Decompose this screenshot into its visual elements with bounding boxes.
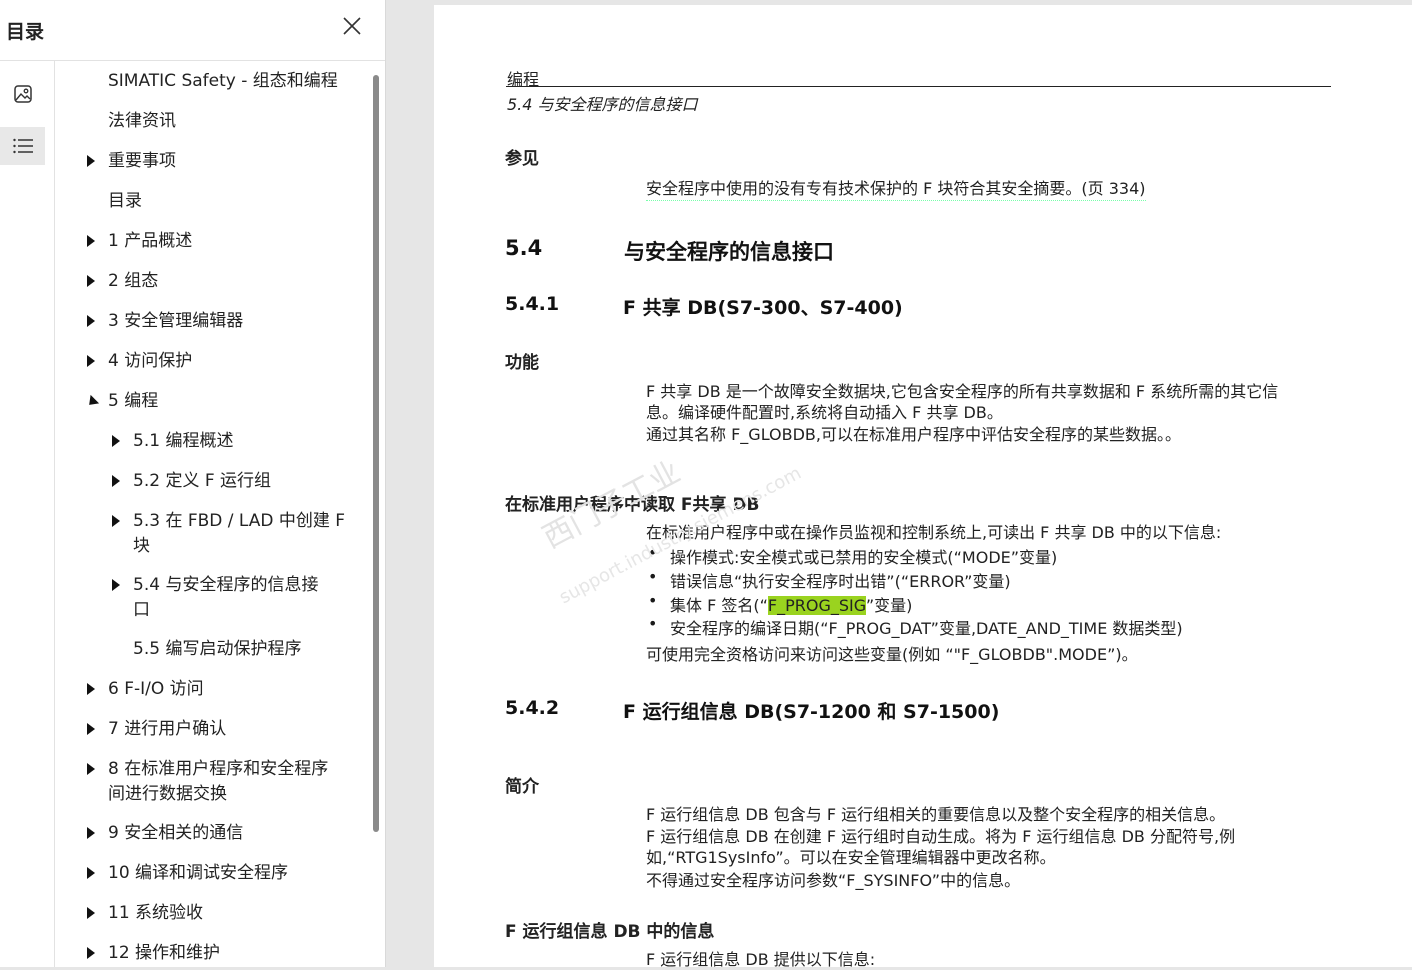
collapsed-caret-icon[interactable]: [83, 149, 99, 174]
toc-item-label: 3 安全管理编辑器: [108, 311, 244, 331]
toc-panel: 目录 SIMATIC Safety - 组态和编程 法律资讯 重要事项 目录 1 产品概…: [0, 0, 386, 967]
function-text-line2: 息。编译硬件配置时,系统将自动插入 F 共享 DB。: [646, 403, 1003, 422]
header-rule: [506, 86, 1331, 87]
document-page: 编程 5.4 与安全程序的信息接口 参见 安全程序中使用的没有专有技术保护的 F…: [434, 5, 1412, 969]
read-heading: 在标准用户程序中读取 F共享 DB: [505, 495, 760, 515]
intro-text-line1: F 运行组信息 DB 包含与 F 运行组相关的重要信息以及整个安全程序的相关信息…: [646, 805, 1226, 824]
bullet-item-3-prefix: 集体 F 签名(“: [670, 596, 768, 615]
toc-scrollbar[interactable]: [373, 75, 379, 832]
toc-item-label: 目录: [108, 191, 142, 211]
toc-item-label: 9 安全相关的通信: [108, 823, 244, 843]
toc-item-label: 重要事项: [108, 151, 176, 171]
intro-text-line4: 不得通过安全程序访问参数“F_SYSINFO”中的信息。: [646, 871, 1021, 890]
collapsed-caret-icon[interactable]: [108, 573, 124, 598]
collapsed-caret-icon[interactable]: [83, 309, 99, 334]
thumbnails-icon[interactable]: [0, 75, 45, 113]
close-icon[interactable]: [340, 14, 364, 38]
section-title-5-4-2: F 运行组信息 DB(S7-1200 和 S7-1500): [623, 701, 1000, 723]
intro-text-line3: 如,“RTG1SysInfo”。可以在安全管理编辑器中更改名称。: [646, 848, 1056, 867]
toc-item-label: 6 F-I/O 访问: [108, 679, 204, 699]
bullet-item-1: 操作模式:安全模式或已禁用的安全模式(“MODE”变量): [670, 548, 1058, 567]
collapsed-caret-icon[interactable]: [83, 821, 99, 846]
see-also-heading: 参见: [505, 149, 539, 169]
section-number-5-4-2: 5.4.2: [505, 697, 560, 719]
toc-item-label: 5.5 编写启动保护程序: [133, 639, 302, 659]
toc-item-label: 5.4 与安全程序的信息接: [133, 575, 319, 595]
outline-list-icon[interactable]: [0, 127, 45, 165]
toc-item-label-line2: 块: [133, 536, 150, 556]
section-number-5-4: 5.4: [505, 236, 543, 260]
panel-rail: [0, 61, 55, 967]
bullet-item-4: 安全程序的编译日期(“F_PROG_DAT”变量,DATE_AND_TIME 数…: [670, 619, 1183, 638]
collapsed-caret-icon[interactable]: [83, 861, 99, 886]
collapsed-caret-icon[interactable]: [83, 941, 99, 966]
section-number-5-4-1: 5.4.1: [505, 293, 560, 315]
collapsed-caret-icon[interactable]: [83, 717, 99, 742]
toc-item-label: 5.1 编程概述: [133, 431, 234, 451]
toc-item-label: 2 组态: [108, 271, 159, 291]
bullet-dot: •: [648, 591, 658, 610]
toc-item-label: 1 产品概述: [108, 231, 193, 251]
collapsed-caret-icon[interactable]: [108, 469, 124, 494]
collapsed-caret-icon[interactable]: [108, 509, 124, 534]
toc-title: 目录: [6, 21, 45, 43]
toc-item-label: 10 编译和调试安全程序: [108, 863, 289, 883]
read-outro: 可使用完全资格访问来访问这些变量(例如 “"F_GLOBDB".MODE”)。: [646, 645, 1138, 664]
bullet-item-3: 集体 F 签名(“F_PROG_SIG”变量): [670, 592, 912, 616]
expanded-caret-icon[interactable]: [83, 389, 100, 414]
toc-item-label: 8 在标准用户程序和安全程序: [108, 759, 329, 779]
toc-item-label-line2: 口: [133, 600, 150, 620]
collapsed-caret-icon[interactable]: [83, 269, 99, 294]
info-text-line1: F 运行组信息 DB 提供以下信息:: [646, 950, 876, 969]
info-heading: F 运行组信息 DB 中的信息: [505, 922, 715, 942]
toc-item-label: 4 访问保护: [108, 351, 193, 371]
section-title-5-4-1: F 共享 DB(S7-300、S7-400): [623, 297, 903, 319]
collapsed-caret-icon[interactable]: [83, 901, 99, 926]
see-also-link[interactable]: 安全程序中使用的没有专有技术保护的 F 块符合其安全摘要。(页 334): [646, 175, 1146, 201]
read-intro: 在标准用户程序中或在操作员监视和控制系统上,可读出 F 共享 DB 中的以下信息…: [646, 523, 1222, 542]
toc-item-label: 5.2 定义 F 运行组: [133, 471, 272, 491]
toc-item-label: SIMATIC Safety - 组态和编程: [108, 71, 338, 91]
search-highlight: F_PROG_SIG: [767, 596, 866, 615]
collapsed-caret-icon[interactable]: [83, 349, 99, 374]
toc-header: 目录: [0, 0, 385, 61]
toc-item-label: 法律资讯: [108, 111, 176, 131]
toc-item-label: 7 进行用户确认: [108, 719, 227, 739]
running-header-section: 5.4 与安全程序的信息接口: [507, 95, 698, 114]
toc-item-label: 5 编程: [108, 391, 159, 411]
bullet-dot: •: [648, 614, 658, 633]
collapsed-caret-icon[interactable]: [83, 757, 99, 782]
toc-tree: SIMATIC Safety - 组态和编程 法律资讯重要事项目录 1 产品概述 2 …: [55, 61, 370, 967]
intro-heading: 简介: [505, 777, 539, 797]
function-text-line3: 通过其名称 F_GLOBDB,可以在标准用户程序中评估安全程序的某些数据。。: [646, 425, 1181, 444]
bullet-dot: •: [648, 567, 658, 586]
function-heading: 功能: [505, 353, 539, 373]
collapsed-caret-icon[interactable]: [83, 677, 99, 702]
bullet-dot: •: [648, 543, 658, 562]
collapsed-caret-icon[interactable]: [83, 229, 99, 254]
collapsed-caret-icon[interactable]: [108, 429, 124, 454]
bullet-item-3-suffix: ”变量): [865, 596, 913, 615]
bullet-item-2: 错误信息“执行安全程序时出错”(“ERROR”变量): [670, 572, 1011, 591]
section-title-5-4: 与安全程序的信息接口: [624, 240, 834, 264]
toc-item-label: 12 操作和维护: [108, 943, 221, 963]
toc-item-label: 5.3 在 FBD / LAD 中创建 F: [133, 511, 346, 531]
toc-item-label: 11 系统验收: [108, 903, 204, 923]
toc-item-label-line2: 间进行数据交换: [108, 784, 227, 804]
